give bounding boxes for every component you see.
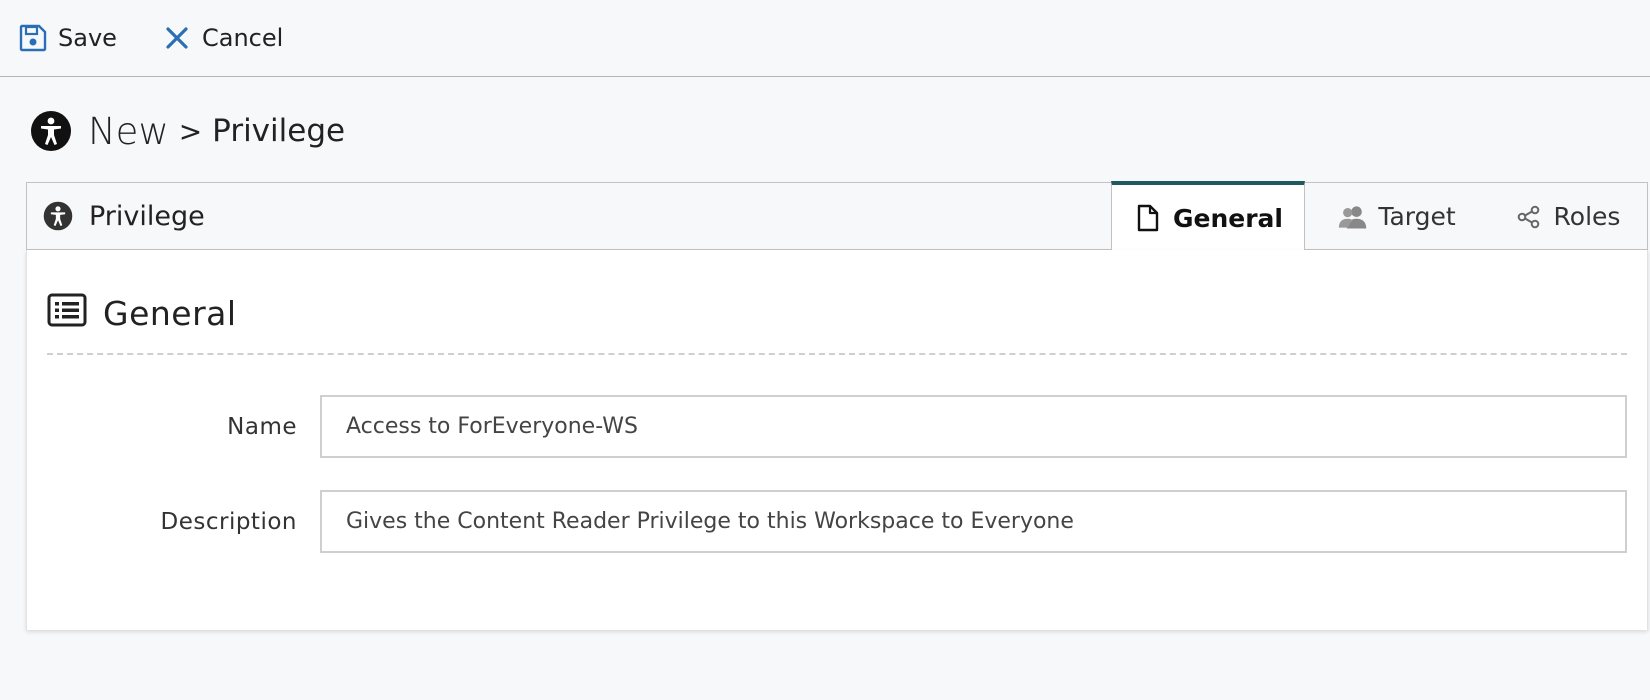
save-label: Save — [58, 24, 117, 52]
users-icon — [1338, 202, 1368, 232]
breadcrumb-separator: > — [178, 114, 203, 148]
breadcrumb-new: New — [88, 109, 169, 153]
description-label: Description — [160, 509, 297, 535]
record-title-label: Privilege — [89, 200, 205, 232]
accessibility-icon — [43, 201, 73, 231]
cancel-label: Cancel — [202, 24, 284, 52]
toolbar: Save Cancel — [0, 0, 1650, 77]
record-title: Privilege — [43, 183, 205, 249]
cancel-button[interactable]: Cancel — [162, 20, 283, 56]
tab-roles-label: Roles — [1553, 202, 1621, 231]
name-field[interactable] — [320, 395, 1627, 458]
accessibility-icon — [30, 110, 72, 152]
list-icon — [47, 293, 87, 333]
document-icon — [1133, 203, 1163, 233]
breadcrumb: New > Privilege — [30, 108, 345, 154]
section-divider — [47, 353, 1627, 355]
description-field[interactable] — [320, 490, 1627, 553]
record-header: Privilege General Target Roles — [26, 181, 1648, 251]
section-title: General — [103, 293, 237, 333]
save-icon — [18, 23, 48, 53]
breadcrumb-type: Privilege — [212, 113, 346, 149]
name-label: Name — [227, 414, 297, 440]
close-icon — [162, 23, 192, 53]
tab-target[interactable]: Target — [1317, 183, 1477, 250]
save-button[interactable]: Save — [18, 20, 117, 56]
tab-general[interactable]: General — [1111, 181, 1305, 251]
tab-general-label: General — [1173, 203, 1283, 233]
general-panel: General Name Description — [26, 250, 1648, 630]
tab-target-label: Target — [1378, 202, 1456, 231]
section-header: General — [47, 290, 237, 336]
tab-roles[interactable]: Roles — [1497, 183, 1637, 250]
share-nodes-icon — [1514, 202, 1544, 232]
